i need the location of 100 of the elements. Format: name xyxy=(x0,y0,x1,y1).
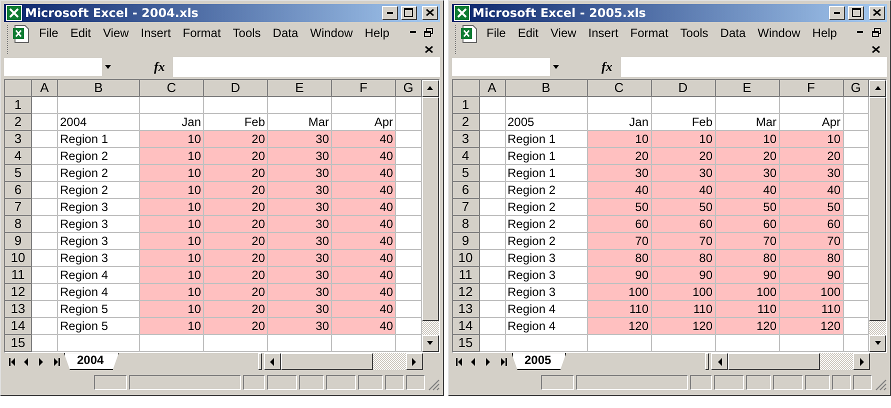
function-label[interactable]: fx xyxy=(602,58,616,75)
menu-item[interactable]: File xyxy=(37,26,60,40)
scrollbar-track xyxy=(869,320,886,335)
scroll-up-button[interactable] xyxy=(869,80,886,97)
column-header[interactable]: C xyxy=(588,80,652,97)
menu-item[interactable]: Tools xyxy=(230,26,263,40)
table-cell xyxy=(140,334,204,352)
row-header[interactable]: 3 xyxy=(452,130,480,148)
column-header[interactable]: D xyxy=(652,80,716,97)
row-header[interactable]: 15 xyxy=(5,334,32,352)
scrollbar-thumb[interactable] xyxy=(280,353,372,370)
menu-item[interactable]: Window xyxy=(308,26,355,40)
function-label[interactable]: fx xyxy=(154,58,168,75)
row-header[interactable]: 8 xyxy=(5,216,32,233)
row-header[interactable]: 8 xyxy=(452,216,480,233)
column-header[interactable]: F xyxy=(332,80,396,97)
column-header[interactable]: F xyxy=(780,80,844,97)
row-header[interactable]: 9 xyxy=(5,232,32,250)
row-header[interactable]: 14 xyxy=(452,318,480,335)
row-header[interactable]: 4 xyxy=(452,148,480,165)
scroll-right-button[interactable] xyxy=(853,353,870,370)
menu-item[interactable]: Tools xyxy=(678,26,710,40)
row-header[interactable]: 5 xyxy=(5,164,32,182)
menu-item[interactable]: Format xyxy=(628,26,670,40)
menu-item[interactable]: Edit xyxy=(516,26,541,40)
row-header[interactable]: 3 xyxy=(5,130,32,148)
row-header[interactable]: 11 xyxy=(5,266,32,284)
close-button[interactable] xyxy=(422,6,438,20)
menu-item[interactable]: Insert xyxy=(138,26,173,40)
menu-item[interactable]: Help xyxy=(810,26,839,40)
scroll-up-button[interactable] xyxy=(422,80,438,97)
close-button[interactable] xyxy=(869,6,885,20)
table-cell: 80 xyxy=(716,250,780,267)
menu-item[interactable]: Format xyxy=(180,26,223,40)
row-header[interactable]: 14 xyxy=(5,318,32,335)
column-header[interactable]: E xyxy=(268,80,332,97)
menu-item[interactable]: Data xyxy=(270,26,300,40)
row-header[interactable]: 10 xyxy=(5,250,32,267)
maximize-button[interactable] xyxy=(400,6,416,20)
row-header[interactable]: 10 xyxy=(452,250,480,267)
table-cell xyxy=(32,318,58,335)
row-header[interactable]: 1 xyxy=(5,96,32,114)
row-header[interactable]: 7 xyxy=(5,198,32,216)
row-header[interactable]: 6 xyxy=(5,182,32,199)
column-header[interactable]: D xyxy=(204,80,268,97)
select-all-button[interactable] xyxy=(452,80,480,97)
row-header[interactable]: 9 xyxy=(452,232,480,250)
column-header[interactable]: G xyxy=(844,80,869,97)
row-header[interactable]: 2 xyxy=(452,114,480,131)
row-header[interactable]: 13 xyxy=(452,300,480,318)
sheet-tab[interactable]: 2004 xyxy=(64,353,119,370)
column-header[interactable]: A xyxy=(32,80,58,97)
table-cell xyxy=(32,334,58,352)
minimize-button[interactable] xyxy=(382,6,398,20)
column-header[interactable]: B xyxy=(58,80,140,97)
select-all-button[interactable] xyxy=(5,80,32,97)
scroll-down-button[interactable] xyxy=(869,334,886,352)
column-header[interactable]: C xyxy=(140,80,204,97)
row-header[interactable]: 6 xyxy=(452,182,480,199)
row-header[interactable]: 13 xyxy=(5,300,32,318)
row-header[interactable]: 12 xyxy=(452,284,480,301)
row-header[interactable]: 15 xyxy=(452,334,480,352)
split-handle[interactable] xyxy=(258,353,262,370)
scroll-left-button[interactable] xyxy=(264,353,280,370)
split-handle[interactable] xyxy=(705,353,709,370)
column-header[interactable]: E xyxy=(716,80,780,97)
table-cell xyxy=(480,114,506,131)
menu-item[interactable]: Window xyxy=(756,26,802,40)
table-cell xyxy=(716,96,780,114)
formula-field[interactable] xyxy=(620,56,887,77)
menu-item[interactable]: View xyxy=(101,26,131,40)
row-header[interactable]: 5 xyxy=(452,164,480,182)
row-header[interactable]: 7 xyxy=(452,198,480,216)
row-header[interactable]: 12 xyxy=(5,284,32,301)
scrollbar-thumb[interactable] xyxy=(869,96,886,321)
menu-item[interactable]: Insert xyxy=(586,26,620,40)
column-header[interactable]: B xyxy=(506,80,588,97)
formula-field[interactable] xyxy=(173,56,440,77)
scroll-left-button[interactable] xyxy=(711,353,728,370)
column-header[interactable]: A xyxy=(480,80,506,97)
minimize-button[interactable] xyxy=(829,6,845,20)
maximize-button[interactable] xyxy=(848,6,864,20)
row-header[interactable]: 2 xyxy=(5,114,32,131)
row-header[interactable]: 11 xyxy=(452,266,480,284)
row-header[interactable]: 1 xyxy=(452,96,480,114)
menu-item[interactable]: File xyxy=(484,26,508,40)
menu-item[interactable]: Edit xyxy=(68,26,94,40)
menu-item[interactable]: Data xyxy=(718,26,748,40)
maximize-icon xyxy=(852,8,860,18)
sheet-tab[interactable]: 2005 xyxy=(512,353,566,370)
menu-item[interactable]: View xyxy=(548,26,578,40)
table-cell: 20 xyxy=(204,198,268,216)
menu-item[interactable]: Help xyxy=(362,26,392,40)
scrollbar-thumb[interactable] xyxy=(728,353,820,370)
table-cell xyxy=(588,96,652,114)
row-header[interactable]: 4 xyxy=(5,148,32,165)
scroll-right-button[interactable] xyxy=(406,353,422,370)
table-cell: 20 xyxy=(204,182,268,199)
scrollbar-thumb[interactable] xyxy=(422,96,438,321)
column-header[interactable]: G xyxy=(396,80,422,97)
